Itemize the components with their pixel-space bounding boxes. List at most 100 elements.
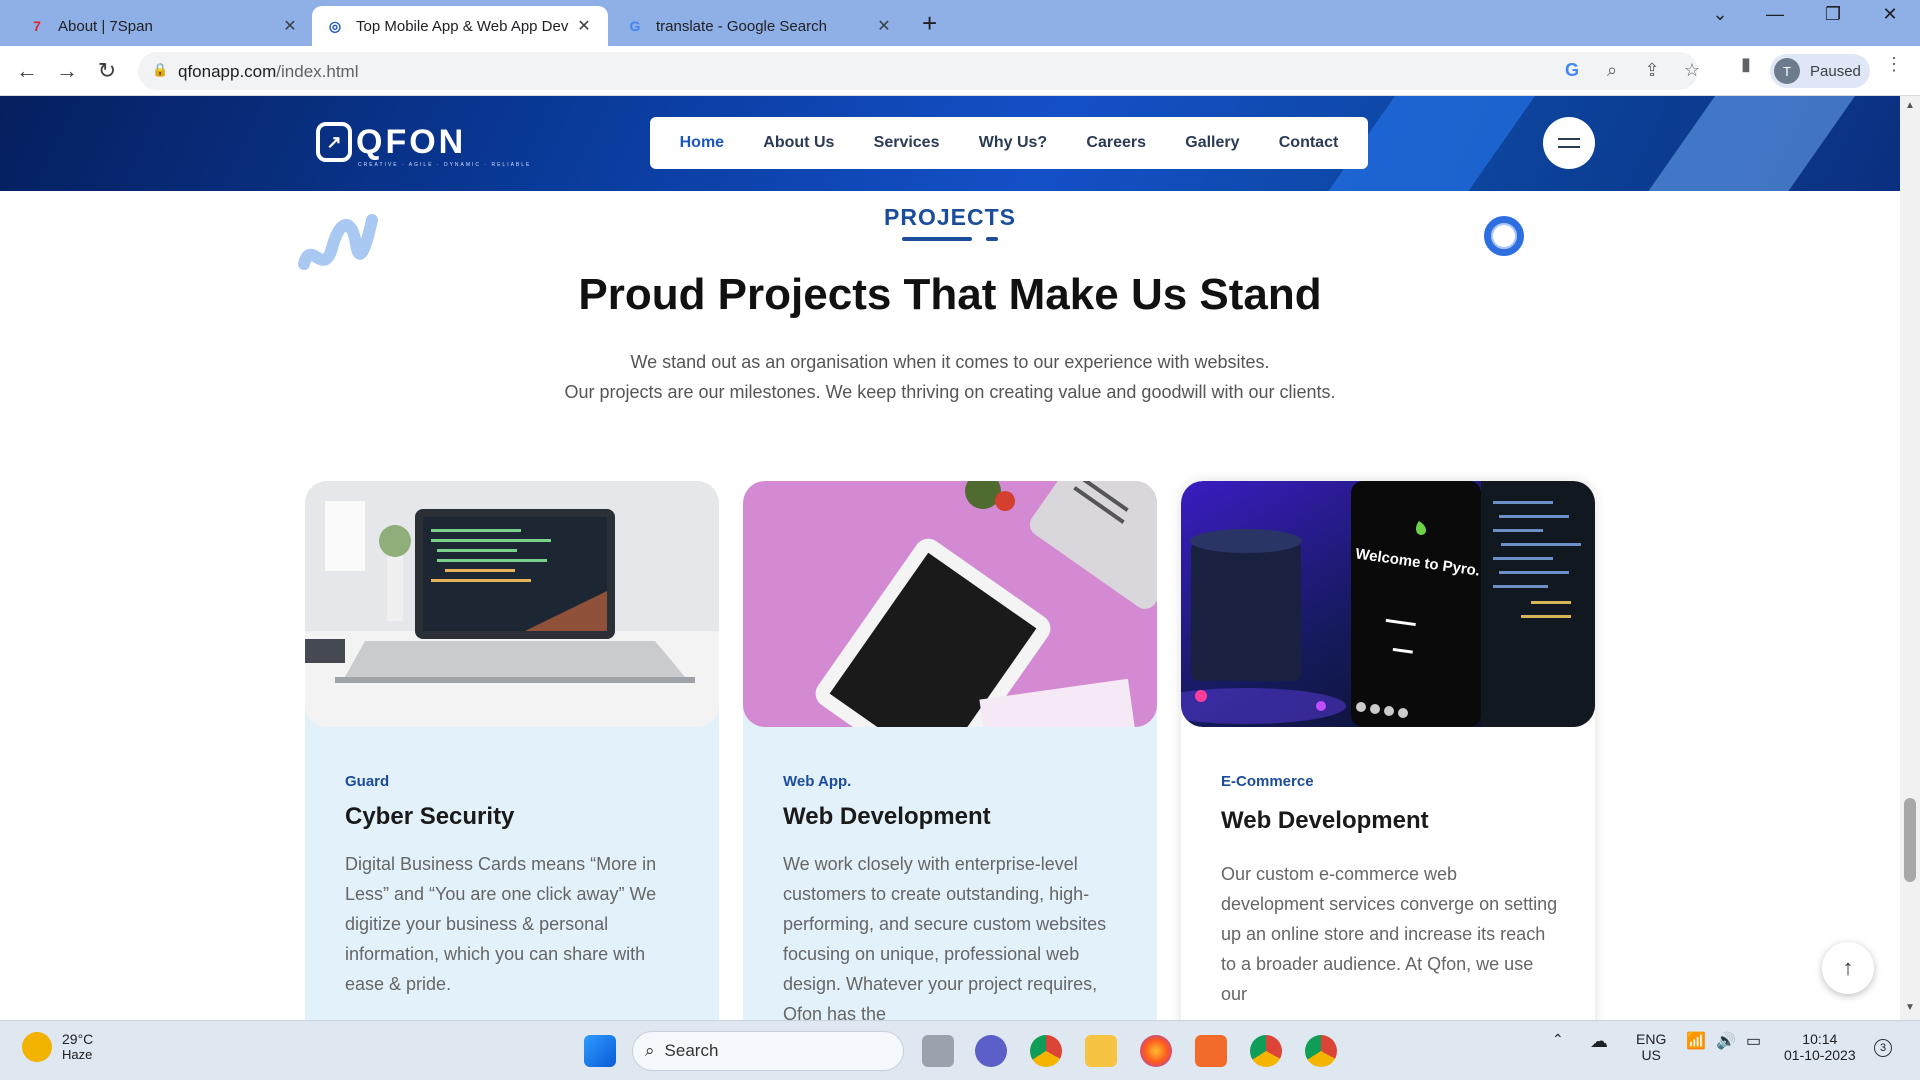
clock-time: 10:14	[1802, 1031, 1838, 1047]
project-card[interactable]: Guard Cyber Security Digital Business Ca…	[305, 481, 719, 1020]
teams-chat-icon[interactable]	[975, 1035, 1007, 1067]
hamburger-menu-button[interactable]	[1543, 117, 1595, 169]
logo-text: QFON	[356, 122, 467, 161]
close-icon[interactable]: ✕	[280, 16, 300, 36]
laptop-illustration	[305, 481, 719, 727]
windows-start-icon[interactable]	[584, 1035, 616, 1067]
xampp-icon[interactable]	[1195, 1035, 1227, 1067]
profile-button[interactable]: T Paused	[1770, 54, 1870, 88]
zoom-icon[interactable]: ⌕	[1600, 60, 1624, 81]
url-host: qfonapp.com	[178, 62, 277, 81]
chrome-profile-icon[interactable]	[1250, 1035, 1282, 1067]
lang-line-2: US	[1641, 1047, 1661, 1063]
side-panel-icon[interactable]: ▮	[1734, 54, 1758, 75]
section-underline-dot	[986, 237, 998, 241]
project-card[interactable]: Welcome to Pyro. E-Commerce Web Developm…	[1181, 481, 1595, 1020]
section-underline	[902, 237, 972, 241]
battery-icon[interactable]: ▭	[1746, 1031, 1761, 1051]
new-tab-button[interactable]: +	[922, 8, 937, 39]
phone-illustration: Welcome to Pyro.	[1181, 481, 1595, 727]
scroll-to-top-button[interactable]: ↑	[1822, 942, 1874, 994]
lock-icon[interactable]: 🔒	[152, 62, 168, 78]
onedrive-icon[interactable]: ☁	[1590, 1031, 1608, 1052]
taskbar-search-label: Search	[664, 1041, 719, 1060]
scroll-down-icon[interactable]: ▼	[1905, 1002, 1915, 1013]
nav-home[interactable]: Home	[680, 134, 724, 152]
page-viewport: ↗ QFON CREATIVE · AGILE · DYNAMIC · RELI…	[0, 96, 1900, 1020]
notification-badge[interactable]: 3	[1874, 1039, 1892, 1057]
task-view-icon[interactable]	[922, 1035, 954, 1067]
file-explorer-icon[interactable]	[1085, 1035, 1117, 1067]
taskbar-search[interactable]: ⌕ Search	[632, 1031, 904, 1071]
back-icon[interactable]: ←	[12, 56, 42, 86]
nav-contact[interactable]: Contact	[1279, 134, 1339, 152]
restore-icon[interactable]: ❐	[1813, 4, 1853, 25]
nav-careers[interactable]: Careers	[1086, 134, 1146, 152]
card-title: Web Development	[783, 803, 991, 830]
profile-status: Paused	[1810, 62, 1861, 80]
taskbar: 29°C Haze ⌕ Search ⌃ ☁ ENG US 📶 🔊 ▭ 10:1…	[0, 1020, 1920, 1080]
lead-text-2: Our projects are our milestones. We keep…	[564, 382, 1336, 402]
clock-date: 01-10-2023	[1784, 1047, 1856, 1063]
address-bar[interactable]: 🔒 qfonapp.com/index.html G ⌕ ⇪ ☆	[138, 52, 1700, 90]
tab-qfon[interactable]: ◎ Top Mobile App & Web App Dev ✕	[312, 6, 608, 46]
scrollbar-thumb[interactable]	[1904, 798, 1916, 882]
site-logo[interactable]: ↗ QFON CREATIVE · AGILE · DYNAMIC · RELI…	[316, 122, 529, 168]
nav-why-us[interactable]: Why Us?	[979, 134, 1047, 152]
wifi-icon[interactable]: 📶	[1686, 1031, 1706, 1051]
tab-title: About | 7Span	[58, 17, 153, 35]
avatar: T	[1774, 58, 1800, 84]
url-path: /index.html	[276, 62, 359, 81]
section-label: PROJECTS	[884, 204, 1016, 230]
forward-icon[interactable]: →	[52, 56, 82, 86]
site-header: ↗ QFON CREATIVE · AGILE · DYNAMIC · RELI…	[0, 96, 1900, 191]
browser-window: 7 About | 7Span ✕ ◎ Top Mobile App & Web…	[0, 0, 1920, 1080]
weather-widget[interactable]: 29°C Haze	[22, 1031, 93, 1062]
tab-7span[interactable]: 7 About | 7Span ✕	[14, 6, 314, 46]
close-window-icon[interactable]: ✕	[1870, 4, 1910, 25]
card-category: Guard	[345, 773, 390, 790]
page-scrollbar[interactable]: ▲ ▼	[1900, 96, 1920, 1020]
show-hidden-icons[interactable]: ⌃	[1552, 1031, 1564, 1048]
hamburger-line	[1558, 138, 1580, 140]
chrome-icon[interactable]	[1030, 1035, 1062, 1067]
tablet-illustration	[743, 481, 1157, 727]
card-description: Our custom e-commerce web development se…	[1221, 864, 1558, 1004]
card-category: E-Commerce	[1221, 773, 1314, 790]
lead-text-1: We stand out as an organisation when it …	[630, 352, 1270, 372]
reload-icon[interactable]: ↻	[92, 56, 122, 86]
main-nav: Home About Us Services Why Us? Careers G…	[650, 117, 1368, 169]
tab-google[interactable]: G translate - Google Search ✕	[612, 6, 908, 46]
google-lens-icon[interactable]: G	[1560, 60, 1584, 81]
google-icon: G	[629, 18, 641, 34]
share-icon[interactable]: ⇪	[1640, 60, 1664, 81]
card-title: Web Development	[1221, 807, 1429, 834]
close-icon[interactable]: ✕	[874, 16, 894, 36]
browser-toolbar: ← → ↻ 🔒 qfonapp.com/index.html G ⌕ ⇪ ☆ ▮…	[0, 46, 1920, 96]
nav-services[interactable]: Services	[874, 134, 940, 152]
close-icon[interactable]: ✕	[574, 16, 594, 36]
menu-kebab-icon[interactable]: ⋮	[1882, 54, 1906, 75]
header-decoration	[1630, 96, 1870, 191]
nav-gallery[interactable]: Gallery	[1185, 134, 1239, 152]
language-indicator[interactable]: ENG US	[1636, 1031, 1666, 1063]
scroll-up-icon[interactable]: ▲	[1905, 100, 1915, 111]
nav-about-us[interactable]: About Us	[763, 134, 834, 152]
qfon-logo-icon: ◎	[328, 17, 342, 34]
firefox-icon[interactable]	[1140, 1035, 1172, 1067]
chrome-active-icon[interactable]	[1305, 1035, 1337, 1067]
url-text[interactable]: qfonapp.com/index.html	[178, 62, 359, 82]
page-title: Proud Projects That Make Us Stand	[578, 270, 1322, 319]
arrow-up-icon: ↑	[1842, 955, 1854, 980]
bookmark-star-icon[interactable]: ☆	[1680, 60, 1704, 81]
card-description: Digital Business Cards means “More in Le…	[345, 854, 657, 994]
weather-temp: 29°C	[62, 1031, 94, 1047]
minimize-icon[interactable]: —	[1755, 4, 1795, 25]
phone-welcome-to-pyro-photo: Welcome to Pyro.	[1181, 481, 1595, 727]
tab-search-icon[interactable]: ⌄	[1700, 4, 1740, 25]
volume-icon[interactable]: 🔊	[1716, 1031, 1736, 1051]
card-description: We work closely with enterprise-level cu…	[783, 854, 1107, 1020]
laptop-on-desk-photo	[305, 481, 719, 727]
clock[interactable]: 10:14 01-10-2023	[1784, 1031, 1856, 1063]
project-card[interactable]: Web App. Web Development We work closely…	[743, 481, 1157, 1020]
